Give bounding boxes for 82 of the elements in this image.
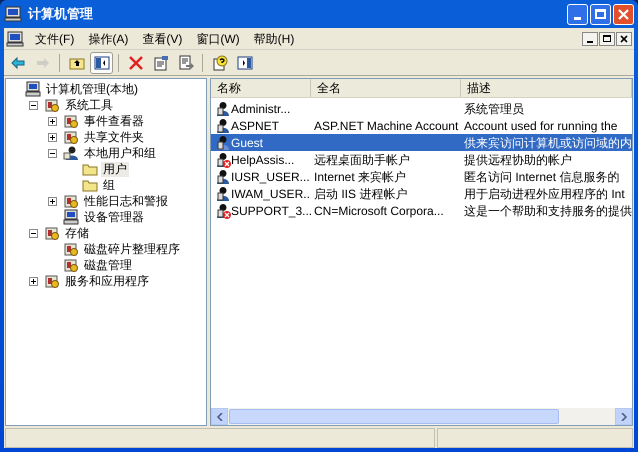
collapse-button[interactable]: [29, 100, 38, 110]
close-icon: [620, 34, 628, 42]
help-icon: [212, 54, 228, 70]
pane-icon: [236, 54, 252, 70]
tools-icon: [44, 273, 60, 289]
table-cell: 启动 IIS 进程帐户: [314, 186, 408, 200]
restore-button[interactable]: [599, 32, 615, 46]
tree-pane-icon: [94, 54, 110, 70]
selected-row[interactable]: Guest 供来宾访问计算机或访问域的内: [211, 134, 632, 151]
tree-pane-button[interactable]: [90, 52, 113, 74]
tree-item[interactable]: 组: [101, 178, 117, 192]
chevron-right-icon: [620, 412, 626, 420]
scroll-right-button[interactable]: [615, 408, 632, 425]
tools-icon: [44, 97, 60, 113]
expand-button[interactable]: [29, 276, 38, 286]
chevron-left-icon: [216, 412, 222, 420]
delete-icon: [128, 54, 144, 70]
minimize-button[interactable]: [582, 32, 598, 46]
tools-icon: [63, 129, 79, 145]
collapse-button[interactable]: [48, 148, 57, 158]
close-icon: [618, 8, 629, 20]
tools-icon: [44, 225, 60, 241]
expand-button[interactable]: [48, 132, 57, 142]
tree-item[interactable]: 计算机管理(本地): [44, 82, 140, 96]
tree-item[interactable]: 设备管理器: [82, 210, 146, 224]
computer-icon: [63, 209, 79, 225]
collapse-button[interactable]: [29, 228, 38, 238]
tree-item[interactable]: 存储: [63, 226, 91, 240]
back-arrow-icon: [10, 54, 26, 70]
table-cell: Account used for running the: [464, 118, 618, 132]
tree-item[interactable]: 共享文件夹: [82, 130, 146, 144]
export-list-icon: [178, 54, 194, 70]
table-cell-text: IUSR_USER...: [231, 168, 310, 186]
tree-item[interactable]: 系统工具: [63, 98, 115, 112]
tools-icon: [63, 241, 79, 257]
expand-button[interactable]: [48, 196, 57, 206]
horizontal-scrollbar[interactable]: [211, 408, 632, 425]
menu-item[interactable]: 帮助(H): [246, 30, 302, 48]
table-cell: 匿名访问 Internet 信息服务的: [464, 170, 620, 184]
tools-icon: [63, 193, 79, 209]
table-cell-text: IWAM_USER...: [231, 186, 311, 202]
tree-item[interactable]: 用户: [101, 162, 129, 176]
tree-item[interactable]: 本地用户和组: [82, 146, 158, 160]
tree-item[interactable]: 磁盘管理: [82, 258, 134, 272]
tools-icon: [63, 113, 79, 129]
table-cell: 远程桌面助手帐户: [314, 152, 410, 166]
menu-item[interactable]: 文件(F): [28, 30, 82, 48]
tools-icon: [63, 257, 79, 273]
table-cell-text: HelpAssis...: [231, 152, 294, 168]
menu-item[interactable]: 窗口(W): [189, 30, 247, 48]
table-cell: 系统管理员: [464, 102, 524, 116]
column-header[interactable]: 描述: [461, 79, 632, 97]
table-cell: CN=Microsoft Corpora...: [314, 204, 444, 218]
table-cell-text: Guest: [231, 134, 264, 152]
computer-icon: [25, 81, 41, 97]
maximize-button[interactable]: [590, 4, 611, 24]
tree-item[interactable]: 服务和应用程序: [63, 274, 151, 288]
computer-icon: [6, 30, 24, 46]
table-cell: 这是一个帮助和支持服务的提供: [464, 204, 632, 218]
table-cell: ASP.NET Machine Account: [314, 118, 458, 132]
tree-item[interactable]: 磁盘碎片整理程序: [82, 242, 182, 256]
tree-item[interactable]: 性能日志和警报: [82, 194, 170, 208]
table-cell: Internet 来宾帐户: [314, 170, 406, 184]
table-cell-text: SUPPORT_3...: [231, 202, 311, 220]
column-header[interactable]: 全名: [311, 79, 461, 97]
column-header[interactable]: 名称: [211, 79, 311, 97]
table-cell-text: Administr...: [231, 100, 290, 118]
close-button[interactable]: [616, 32, 632, 46]
table-cell: 用于启动进程外应用程序的 Int: [464, 186, 625, 200]
scroll-left-button[interactable]: [211, 408, 228, 425]
scroll-thumb[interactable]: [229, 409, 559, 424]
table-cell: 供来宾访问计算机或访问域的内: [464, 136, 632, 150]
tree-item[interactable]: 事件查看器: [82, 114, 146, 128]
window-title: 计算机管理: [28, 5, 93, 24]
table-cell: 提供远程协助的帐户: [464, 152, 572, 166]
computer-icon: [4, 6, 22, 22]
users-icon: [63, 145, 79, 161]
properties-icon: [152, 54, 168, 70]
table-cell-text: ASPNET: [231, 118, 280, 134]
menu-item[interactable]: 查看(V): [135, 30, 190, 48]
menu-item[interactable]: 操作(A): [81, 30, 136, 48]
expand-button[interactable]: [48, 116, 57, 126]
